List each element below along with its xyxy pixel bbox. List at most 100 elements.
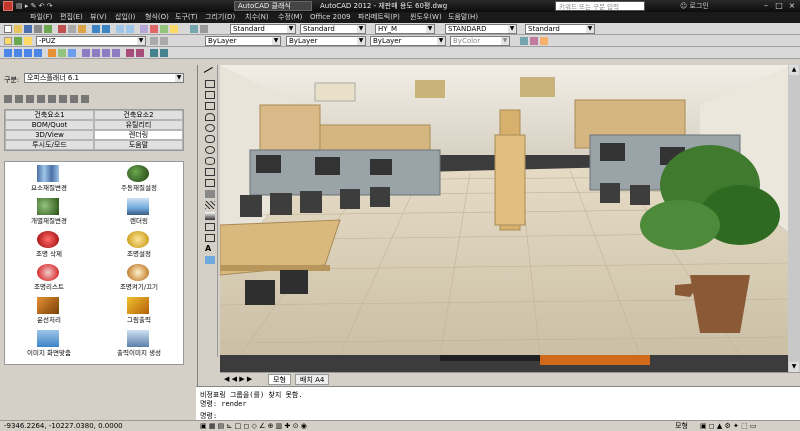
redo-icon[interactable] — [102, 25, 110, 33]
multileader-style-dropdown[interactable]: Standard ▼ — [525, 24, 595, 34]
menu-edit[interactable]: 편집(E) — [60, 12, 83, 23]
menu-modify[interactable]: 수정(M) — [278, 12, 302, 23]
cabinet-icon[interactable] — [48, 95, 56, 103]
table-style-dropdown[interactable]: STANDARD ▼ — [445, 24, 517, 34]
plot-style-dropdown[interactable]: ByColor ▼ — [450, 36, 510, 46]
gear-icon[interactable] — [81, 95, 89, 103]
menu-file[interactable]: 파일(F) — [30, 12, 52, 23]
tile-render[interactable]: 렌더링 — [95, 195, 183, 228]
hatch-icon[interactable] — [205, 201, 215, 209]
autocad-app-icon[interactable] — [3, 1, 13, 11]
text-style-dropdown[interactable]: Standard ▼ — [230, 24, 296, 34]
category-button[interactable]: 3D/View — [5, 130, 94, 140]
scroll-up-icon[interactable]: ▲ — [789, 65, 799, 75]
ellipse-icon[interactable] — [205, 157, 215, 165]
category-button[interactable]: 건축요소1 — [5, 110, 94, 120]
make-block-icon[interactable] — [205, 179, 215, 187]
new-icon[interactable] — [4, 25, 12, 33]
revcloud-icon[interactable] — [205, 135, 215, 143]
tab-layout-a4[interactable]: 배치 A4 — [295, 374, 330, 385]
tile-light-list[interactable]: 조명리스트 — [5, 261, 93, 294]
tab-nav-arrows[interactable]: ◀ ◀ ▶ ▶ — [224, 375, 252, 383]
category-button[interactable]: 건축요소2 — [94, 110, 183, 120]
line-icon[interactable] — [203, 67, 217, 79]
tile-image-fit[interactable]: 이미지 화면맞춤 — [5, 327, 93, 360]
vertical-scrollbar[interactable]: ▲ ▼ — [788, 65, 800, 372]
door-icon[interactable] — [15, 95, 23, 103]
tab-model[interactable]: 모형 — [268, 374, 291, 385]
tile-light-setup[interactable]: 조명설정 — [95, 228, 183, 261]
gradient-icon[interactable] — [205, 212, 215, 220]
print-icon[interactable] — [34, 25, 42, 33]
layer-properties-icon[interactable] — [4, 37, 12, 45]
workspace-dropdown[interactable]: AutoCAD 클래식 — [234, 1, 312, 11]
scroll-down-icon[interactable]: ▼ — [789, 362, 799, 372]
zoom-icon[interactable] — [126, 25, 134, 33]
menu-office[interactable]: Office 2009 — [310, 12, 350, 23]
color-dropdown[interactable]: ByLayer ▼ — [205, 36, 281, 46]
category-button-selected[interactable]: 렌더링 — [94, 130, 183, 140]
freeze-icon[interactable] — [24, 37, 32, 45]
tile-material-setup[interactable]: 주동재질설정 — [95, 162, 183, 195]
command-line[interactable]: 비정표링 그룹을(를) 찾지 못함. 명령: render 명령: — [196, 386, 800, 420]
linetype-dropdown[interactable]: ByLayer ▼ — [286, 36, 366, 46]
design-center-icon[interactable] — [150, 25, 158, 33]
tool-palette-icon[interactable] — [160, 25, 168, 33]
tile-individual-material[interactable]: 개별재질변경 — [5, 195, 93, 228]
arc-icon[interactable] — [205, 113, 215, 121]
open-icon[interactable] — [14, 25, 22, 33]
tile-material-change[interactable]: 요소재질변경 — [5, 162, 93, 195]
subtract-icon[interactable] — [136, 49, 144, 57]
dim-style-dropdown[interactable]: Standard ▼ — [300, 24, 366, 34]
drawing-viewport[interactable] — [220, 65, 792, 372]
make-current-icon[interactable] — [150, 37, 158, 45]
category-dropdown[interactable]: 오피스플래너 6.1 ▼ — [24, 73, 184, 83]
lineweight-dropdown[interactable]: ByLayer ▼ — [370, 36, 446, 46]
furniture-icon[interactable] — [37, 95, 45, 103]
rectangle-icon[interactable] — [205, 102, 215, 110]
box-icon[interactable] — [82, 49, 90, 57]
orbit-icon[interactable] — [48, 49, 56, 57]
menu-help[interactable]: 도움말(H) — [448, 12, 478, 23]
quick-access-icons[interactable]: ▤ ▸ ✎ ↶ ↷ — [16, 1, 53, 11]
wireframe-icon[interactable] — [68, 49, 76, 57]
union-icon[interactable] — [126, 49, 134, 57]
help-icon[interactable] — [170, 25, 178, 33]
save-icon[interactable] — [24, 25, 32, 33]
text-icon[interactable] — [190, 25, 198, 33]
view-top-icon[interactable] — [4, 49, 12, 57]
polygon-icon[interactable] — [205, 91, 215, 99]
properties-icon[interactable] — [140, 25, 148, 33]
layer-dropdown[interactable]: -PUZ ▼ — [36, 36, 146, 46]
tile-output-image[interactable]: 출력이미지 생성 — [95, 327, 183, 360]
ucs-icon[interactable] — [150, 49, 158, 57]
login-button[interactable]: ☺ 로그인 — [680, 1, 709, 11]
report-icon[interactable] — [70, 95, 78, 103]
building-icon[interactable] — [26, 95, 34, 103]
cut-icon[interactable] — [58, 25, 66, 33]
menu-tools[interactable]: 도구(T) — [175, 12, 198, 23]
menu-view[interactable]: 뷰(V) — [90, 12, 107, 23]
sphere-icon[interactable] — [102, 49, 110, 57]
menu-window[interactable]: 윈도우(W) — [410, 12, 442, 23]
tile-picture-output[interactable]: 그림출력 — [95, 294, 183, 327]
ucs-world-icon[interactable] — [160, 49, 168, 57]
materials-icon[interactable] — [530, 37, 538, 45]
render-icon[interactable] — [520, 37, 528, 45]
copy-icon[interactable] — [68, 25, 76, 33]
category-button[interactable]: 도움말 — [94, 140, 183, 150]
tile-light-toggle[interactable]: 조명켜기/끄기 — [95, 261, 183, 294]
menu-draw[interactable]: 그리기(D) — [205, 12, 235, 23]
polyline-icon[interactable] — [205, 80, 215, 88]
insert-block-icon[interactable] — [205, 168, 215, 176]
category-button[interactable]: 투시도/모드 — [5, 140, 94, 150]
category-button[interactable]: BOM/Quot — [5, 120, 94, 130]
layer-manager-icon[interactable] — [200, 25, 208, 33]
pan-icon[interactable] — [116, 25, 124, 33]
layer-previous-icon[interactable] — [160, 37, 168, 45]
point-icon[interactable] — [205, 190, 215, 198]
annotation-scale-dropdown[interactable]: HY_M ▼ — [375, 24, 435, 34]
view-left-icon[interactable] — [24, 49, 32, 57]
menu-parametric[interactable]: 파라메트릭(P) — [358, 12, 400, 23]
wall-icon[interactable] — [4, 95, 12, 103]
